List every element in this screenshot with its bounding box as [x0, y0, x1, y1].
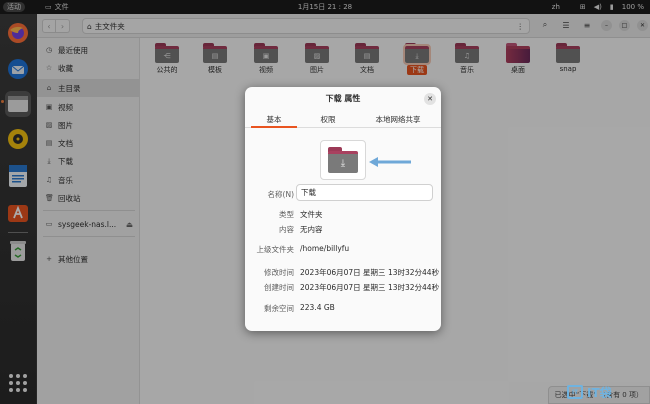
- created-label: 创建时间: [264, 283, 294, 292]
- free-space-value: 223.4 GB: [300, 303, 335, 312]
- type-label: 类型: [279, 210, 294, 219]
- watermark-logo: IT IT袋: [567, 382, 649, 402]
- watermark-text: IT袋: [587, 385, 612, 400]
- close-icon[interactable]: ✕: [424, 93, 436, 105]
- dialog-tabs: 基本 权限 本地网络共享: [245, 113, 441, 128]
- name-field[interactable]: [296, 184, 433, 201]
- contents-value: 无内容: [300, 225, 323, 234]
- arrow-icon: [369, 157, 411, 167]
- free-space-label: 剩余空间: [264, 304, 294, 313]
- dialog-title: 下载 属性: [325, 94, 361, 103]
- name-label: 名称(N): [267, 190, 294, 199]
- type-value: 文件夹: [300, 210, 323, 219]
- created-value: 2023年06月07日 星期三 13时32分44秒: [300, 283, 440, 292]
- parent-folder-value[interactable]: /home/billyfu: [300, 244, 349, 253]
- download-icon: ⤓: [328, 147, 358, 173]
- folder-icon-button[interactable]: ⤓: [320, 140, 366, 180]
- properties-dialog: 下载 属性 ✕ 基本 权限 本地网络共享 ⤓ 名称(N) 类型 文件夹 内容 无…: [245, 87, 441, 331]
- tab-permissions[interactable]: 权限: [305, 113, 351, 128]
- contents-label: 内容: [279, 225, 294, 234]
- modified-label: 修改时间: [264, 268, 294, 277]
- tab-local-network-share[interactable]: 本地网络共享: [360, 113, 436, 128]
- tab-basic[interactable]: 基本: [251, 113, 297, 128]
- watermark-box: IT: [567, 385, 583, 399]
- modified-value: 2023年06月07日 星期三 13时32分44秒: [300, 268, 440, 277]
- parent-folder-label: 上级文件夹: [256, 245, 295, 254]
